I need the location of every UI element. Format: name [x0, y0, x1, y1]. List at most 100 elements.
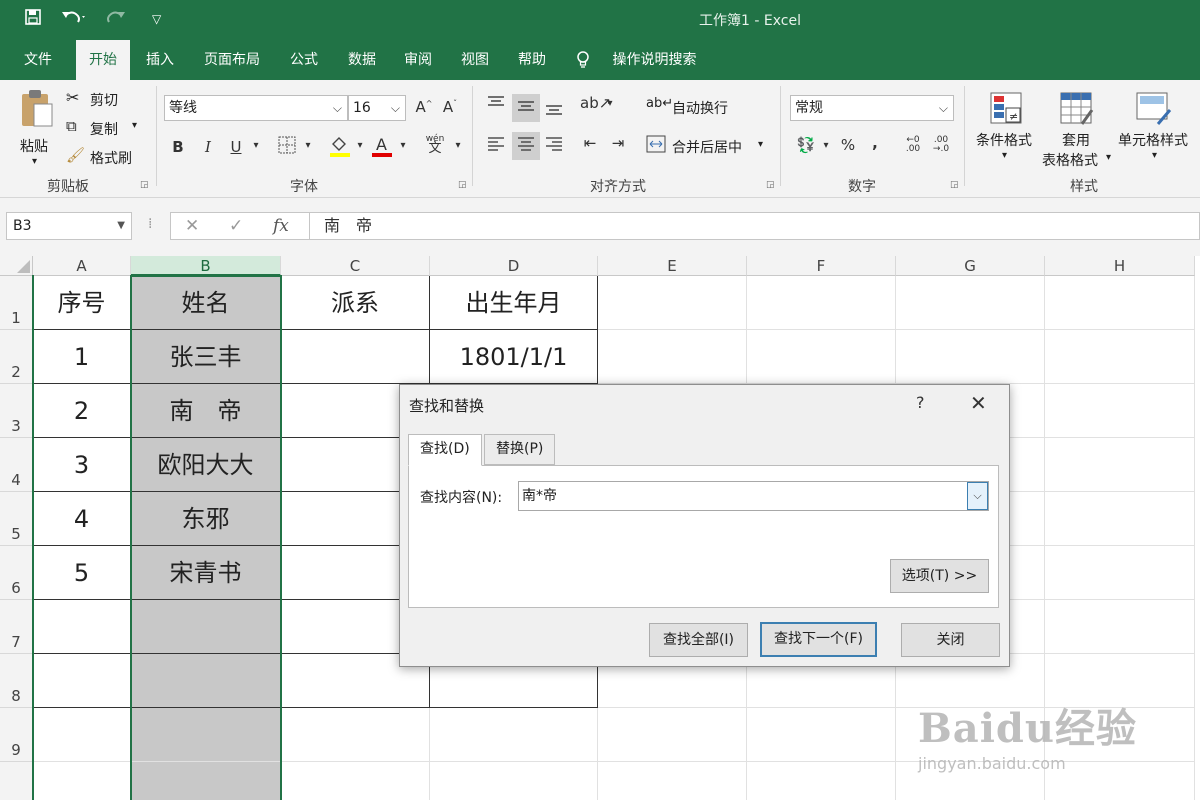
row-header-5[interactable]: 5: [0, 492, 33, 546]
cell-e2[interactable]: [598, 330, 747, 384]
increase-decimal-icon[interactable]: ←0.00: [902, 136, 924, 154]
tab-help[interactable]: 帮助: [508, 40, 556, 80]
cell-d10[interactable]: [430, 762, 598, 800]
tab-data[interactable]: 数据: [338, 40, 386, 80]
font-size-select[interactable]: 16 ⌵: [348, 95, 406, 121]
find-all-button[interactable]: 查找全部(I): [649, 623, 748, 657]
decrease-decimal-icon[interactable]: .00 →.0: [930, 136, 952, 154]
tab-file[interactable]: 文件: [10, 40, 66, 80]
cell-a9[interactable]: [33, 708, 131, 762]
cell-d2[interactable]: 1801/1/1: [430, 330, 598, 384]
cell-a3[interactable]: 2: [33, 384, 131, 438]
orientation-dropdown-icon[interactable]: ▾: [604, 98, 616, 109]
cell-a4[interactable]: 3: [33, 438, 131, 492]
column-header-c[interactable]: C: [281, 256, 430, 276]
cell-d9[interactable]: [430, 708, 598, 762]
row-header-7[interactable]: 7: [0, 600, 33, 654]
column-header-h[interactable]: H: [1045, 256, 1195, 276]
currency-icon[interactable]: 💱: [794, 136, 818, 154]
row-header-6[interactable]: 6: [0, 546, 33, 600]
align-middle-icon[interactable]: [512, 94, 540, 122]
format-as-table-button[interactable]: 套用 表格格式 ▾: [1042, 90, 1118, 176]
decrease-indent-icon[interactable]: ⇤: [578, 134, 602, 152]
font-color-dropdown-icon[interactable]: ▾: [397, 140, 409, 151]
close-icon[interactable]: ✕: [970, 391, 987, 415]
percent-button[interactable]: %: [838, 136, 858, 154]
cell-c2[interactable]: [281, 330, 430, 384]
cell-e1[interactable]: [598, 276, 747, 330]
cell-e9[interactable]: [598, 708, 747, 762]
cell-b6[interactable]: 宋青书: [131, 546, 281, 600]
fill-color-icon[interactable]: [328, 134, 352, 162]
font-color-icon[interactable]: A: [370, 134, 394, 162]
cell-b4[interactable]: 欧阳大大: [131, 438, 281, 492]
select-all-corner[interactable]: [0, 256, 33, 276]
find-next-button[interactable]: 查找下一个(F): [760, 622, 877, 657]
align-right-icon[interactable]: [542, 134, 566, 158]
fill-color-dropdown-icon[interactable]: ▾: [354, 140, 366, 151]
cell-c1[interactable]: 派系: [281, 276, 430, 330]
cell-h3[interactable]: [1045, 384, 1195, 438]
row-header-9[interactable]: 9: [0, 708, 33, 762]
row-header-2[interactable]: 2: [0, 330, 33, 384]
cell-b9[interactable]: [131, 708, 281, 762]
enter-icon[interactable]: ✓: [229, 216, 243, 236]
tab-insert[interactable]: 插入: [136, 40, 184, 80]
column-header-d[interactable]: D: [430, 256, 598, 276]
name-box[interactable]: B3 ▼: [6, 212, 132, 240]
underline-dropdown-icon[interactable]: ▾: [250, 140, 262, 151]
cell-a5[interactable]: 4: [33, 492, 131, 546]
cell-b10[interactable]: [131, 762, 281, 800]
format-painter-button[interactable]: 🖌 格式刷: [66, 146, 146, 168]
bold-button[interactable]: B: [168, 138, 188, 156]
chevron-down-icon[interactable]: ⌵: [967, 482, 988, 510]
font-name-select[interactable]: 等线 ⌵: [164, 95, 348, 121]
cell-a2[interactable]: 1: [33, 330, 131, 384]
cell-a1[interactable]: 序号: [33, 276, 131, 330]
align-top-icon[interactable]: [484, 94, 508, 120]
column-header-b[interactable]: B: [131, 256, 281, 276]
wrap-text-button[interactable]: ab↵ 自动换行: [646, 96, 746, 120]
row-header-10[interactable]: [0, 762, 33, 800]
clipboard-launcher-icon[interactable]: ◲: [140, 180, 149, 190]
formula-input[interactable]: 南 帝: [310, 212, 1200, 240]
cell-h2[interactable]: [1045, 330, 1195, 384]
copy-button[interactable]: ⧉ 复制 ▾: [66, 117, 146, 139]
underline-button[interactable]: U: [226, 138, 246, 156]
tab-formulas[interactable]: 公式: [280, 40, 328, 80]
close-button[interactable]: 关闭: [901, 623, 1000, 657]
column-header-e[interactable]: E: [598, 256, 747, 276]
cell-h4[interactable]: [1045, 438, 1195, 492]
column-header-a[interactable]: A: [33, 256, 131, 276]
cell-a8[interactable]: [33, 654, 131, 708]
cell-c9[interactable]: [281, 708, 430, 762]
row-header-8[interactable]: 8: [0, 654, 33, 708]
align-left-icon[interactable]: [484, 134, 508, 158]
cell-f9[interactable]: [747, 708, 896, 762]
tab-replace[interactable]: 替换(P): [484, 434, 556, 465]
increase-font-icon[interactable]: A^: [414, 98, 434, 116]
cell-e10[interactable]: [598, 762, 747, 800]
cut-button[interactable]: ✂ 剪切: [66, 88, 136, 110]
italic-button[interactable]: I: [198, 138, 218, 156]
font-launcher-icon[interactable]: ◲: [458, 180, 467, 190]
orientation-icon[interactable]: ab↗: [580, 94, 611, 112]
row-header-4[interactable]: 4: [0, 438, 33, 492]
cell-g1[interactable]: [896, 276, 1045, 330]
cell-g2[interactable]: [896, 330, 1045, 384]
conditional-format-button[interactable]: ≠ 条件格式 ▾: [972, 90, 1042, 176]
tab-find[interactable]: 查找(D): [408, 434, 482, 466]
tab-home[interactable]: 开始: [76, 40, 130, 80]
decrease-font-icon[interactable]: Aˇ: [440, 98, 460, 116]
align-center-icon[interactable]: [512, 132, 540, 160]
cell-d1[interactable]: 出生年月: [430, 276, 598, 330]
tell-me-search[interactable]: 操作说明搜索: [576, 40, 716, 80]
cell-f10[interactable]: [747, 762, 896, 800]
border-icon[interactable]: [276, 136, 298, 158]
cell-a10[interactable]: [33, 762, 131, 800]
cell-h1[interactable]: [1045, 276, 1195, 330]
find-what-input[interactable]: 南*帝 ⌵: [518, 481, 989, 511]
cell-a7[interactable]: [33, 600, 131, 654]
number-launcher-icon[interactable]: ◲: [950, 180, 959, 190]
phonetic-icon[interactable]: wén 文: [422, 134, 448, 155]
